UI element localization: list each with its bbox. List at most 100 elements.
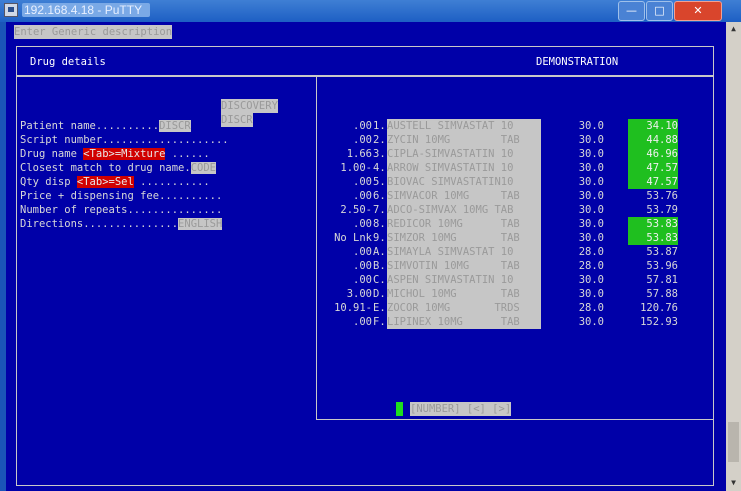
maximize-button[interactable]: □ <box>646 1 673 21</box>
qty-disp-tab-hint[interactable]: <Tab>=Sel <box>76 176 134 188</box>
drug-row-price: 53.96 <box>646 260 678 272</box>
drug-row-key[interactable]: 1. <box>373 119 386 133</box>
directions-value[interactable]: ENGLISH <box>178 218 223 230</box>
drug-row-adjust: .00 <box>353 260 372 272</box>
top-prompt: Enter Generic description <box>14 25 173 39</box>
drug-row-price: 120.76 <box>640 302 678 314</box>
drug-row-qty: 30.0 <box>578 120 604 132</box>
drug-row-key[interactable]: 3. <box>373 147 386 161</box>
close-button[interactable]: ✕ <box>674 1 722 21</box>
drug-row-key[interactable]: 6. <box>373 189 386 203</box>
drug-row-qty: 30.0 <box>578 316 604 328</box>
drug-row-key[interactable]: 8. <box>373 217 386 231</box>
drug-name-tab-hint[interactable]: <Tab>=Mixture <box>83 148 166 160</box>
terminal-area[interactable]: Enter Generic description Drug details D… <box>6 22 726 491</box>
drug-row-adjust: .00 <box>353 176 372 188</box>
drug-row-key[interactable]: 2. <box>373 133 386 147</box>
drug-row-qty: 30.0 <box>578 162 604 174</box>
drug-row-price: 47.57 <box>628 175 678 189</box>
drug-row-qty: 28.0 <box>578 260 604 272</box>
drug-row-adjust: 1.00- <box>340 162 372 174</box>
drug-row-qty: 30.0 <box>578 274 604 286</box>
drug-row-price: 57.88 <box>646 288 678 300</box>
drug-row-price: 44.88 <box>628 133 678 147</box>
drug-row-qty: 28.0 <box>578 246 604 258</box>
drug-row-name[interactable]: SIMAYLA SIMVASTAT 10 <box>387 245 541 259</box>
patient-name-value[interactable]: DISCR <box>159 120 191 132</box>
drug-row-key[interactable]: 4. <box>373 161 386 175</box>
drug-row-price: 53.83 <box>628 231 678 245</box>
drug-row-name[interactable]: SIMZOR 10MG TAB <box>387 231 541 245</box>
drug-row-key[interactable]: 5. <box>373 175 386 189</box>
drug-row-name[interactable]: AUSTELL SIMVASTAT 10 <box>387 119 541 133</box>
drug-row-adjust: .00 <box>353 190 372 202</box>
drug-row-adjust: No Lnk <box>334 232 372 244</box>
drug-row-adjust: .00 <box>353 246 372 258</box>
footer-navigation[interactable]: [NUMBER] [<] [>] <box>410 402 512 416</box>
drug-row-key[interactable]: F. <box>373 315 386 329</box>
scroll-up-arrow-icon[interactable]: ▲ <box>728 24 739 33</box>
drug-row-name[interactable]: ADCO-SIMVAX 10MG TAB <box>387 203 541 217</box>
drug-row-name[interactable]: SIMVOTIN 10MG TAB <box>387 259 541 273</box>
field-script-number: Script number.................... <box>20 134 229 146</box>
drug-row-key[interactable]: D. <box>373 287 386 301</box>
drug-row-name[interactable]: ZOCOR 10MG TRDS <box>387 301 541 315</box>
title-bar[interactable]: 192.168.4.18 - PuTTY — □ ✕ <box>0 0 741 22</box>
drug-row-key[interactable]: B. <box>373 259 386 273</box>
discovery-label: DISCOVERY <box>221 99 278 113</box>
drug-row-adjust: .00 <box>353 134 372 146</box>
drug-row-price: 57.81 <box>646 274 678 286</box>
drug-row-price: 47.57 <box>628 161 678 175</box>
discovery-sub: DISCR <box>221 113 253 127</box>
drug-row-price: 53.87 <box>646 246 678 258</box>
drug-row-key[interactable]: 7. <box>373 203 386 217</box>
drug-row-qty: 30.0 <box>578 232 604 244</box>
window-title: 192.168.4.18 - PuTTY <box>22 3 151 17</box>
drug-row-adjust: 1.66 <box>346 148 372 160</box>
drug-row-qty: 28.0 <box>578 302 604 314</box>
drug-row-qty: 30.0 <box>578 190 604 202</box>
drug-row-price: 46.96 <box>628 147 678 161</box>
drug-row-qty: 30.0 <box>578 218 604 230</box>
field-directions: Directions...............ENGLISH <box>20 218 223 230</box>
drug-row-adjust: .00 <box>353 316 372 328</box>
field-drug-name: Drug name <Tab>=Mixture ...... <box>20 148 210 160</box>
drug-row-name[interactable]: ARROW SIMVASTATIN 10 <box>387 161 541 175</box>
drug-row-key[interactable]: E. <box>373 301 386 315</box>
field-repeats: Number of repeats............... <box>20 204 223 216</box>
drug-row-name[interactable]: ZYCIN 10MG TAB <box>387 133 541 147</box>
terminal-cursor <box>396 402 403 416</box>
header-right: DEMONSTRATION <box>536 56 619 68</box>
drug-row-price: 152.93 <box>640 316 678 328</box>
drug-row-adjust: .00 <box>353 274 372 286</box>
vertical-scrollbar[interactable]: ▲ ▼ <box>726 22 741 491</box>
field-qty-disp: Qty disp <Tab>=Sel ........... <box>20 176 210 188</box>
scroll-down-arrow-icon[interactable]: ▼ <box>728 478 739 487</box>
drug-row-qty: 30.0 <box>578 288 604 300</box>
drug-row-adjust: 3.00 <box>346 288 372 300</box>
drug-row-adjust: 10.91- <box>334 302 372 314</box>
minimize-button[interactable]: — <box>618 1 645 21</box>
drug-row-price: 34.10 <box>628 119 678 133</box>
drug-row-name[interactable]: ASPEN SIMVASTATIN 10 <box>387 273 541 287</box>
drug-row-adjust: .00 <box>353 218 372 230</box>
drug-row-adjust: 2.50- <box>340 204 372 216</box>
drug-row-qty: 30.0 <box>578 134 604 146</box>
drug-row-key[interactable]: 9. <box>373 231 386 245</box>
drug-row-name[interactable]: REDICOR 10MG TAB <box>387 217 541 231</box>
drug-row-qty: 30.0 <box>578 176 604 188</box>
drug-row-name[interactable]: SIMVACOR 10MG TAB <box>387 189 541 203</box>
drug-row-name[interactable]: LIPINEX 10MG TAB <box>387 315 541 329</box>
field-closest-match: Closest match to drug name.CODE <box>20 162 216 174</box>
header-left: Drug details <box>30 56 106 68</box>
drug-row-key[interactable]: A. <box>373 245 386 259</box>
drug-row-name[interactable]: BIOVAC SIMVASTATIN10 <box>387 175 541 189</box>
putty-icon[interactable] <box>4 3 18 17</box>
drug-row-price: 53.76 <box>646 190 678 202</box>
drug-row-name[interactable]: CIPLA-SIMVASTATIN 10 <box>387 147 541 161</box>
scroll-thumb[interactable] <box>728 422 739 462</box>
drug-row-key[interactable]: C. <box>373 273 386 287</box>
closest-match-value[interactable]: CODE <box>190 162 216 174</box>
drug-row-price: 53.83 <box>628 217 678 231</box>
drug-row-name[interactable]: MICHOL 10MG TAB <box>387 287 541 301</box>
